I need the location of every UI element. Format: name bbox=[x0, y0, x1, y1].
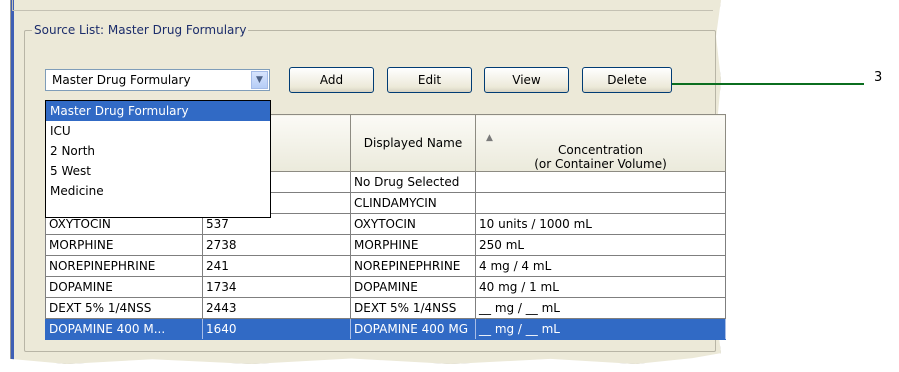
window-edge bbox=[11, 0, 14, 364]
dropdown-option[interactable]: ICU bbox=[46, 121, 270, 141]
table-row-selected[interactable]: DOPAMINE 400 M... 1640 DOPAMINE 400 MG _… bbox=[45, 318, 726, 340]
cell-id: 1734 bbox=[202, 276, 351, 298]
cell-name: DEXT 5% 1/4NSS bbox=[45, 297, 203, 319]
cell-displayed-name: CLINDAMYCIN bbox=[350, 192, 476, 214]
column-header-displayed-name[interactable]: Displayed Name bbox=[350, 114, 476, 172]
cell-displayed-name: No Drug Selected bbox=[350, 171, 476, 193]
sort-ascending-icon: ▲ bbox=[486, 133, 493, 143]
table-row[interactable]: DEXT 5% 1/4NSS 2443 DEXT 5% 1/4NSS __ mg… bbox=[45, 297, 726, 319]
cell-id: 1640 bbox=[202, 318, 351, 340]
cell-name: DOPAMINE bbox=[45, 276, 203, 298]
cell-id: 241 bbox=[202, 255, 351, 277]
column-header-concentration[interactable]: ▲ Concentration (or Container Volume) bbox=[475, 114, 726, 172]
top-region-border bbox=[12, 0, 713, 11]
callout-number: 3 bbox=[874, 70, 883, 85]
view-button[interactable]: View bbox=[484, 67, 569, 93]
cell-concentration: __ mg / __ mL bbox=[475, 318, 726, 340]
cell-concentration bbox=[475, 171, 726, 193]
chevron-down-icon[interactable]: ▼ bbox=[251, 71, 268, 89]
dropdown-option[interactable]: 2 North bbox=[46, 141, 270, 161]
delete-button[interactable]: Delete bbox=[582, 67, 672, 93]
source-list-select[interactable]: Master Drug Formulary ▼ bbox=[45, 69, 270, 91]
cell-displayed-name: MORPHINE bbox=[350, 234, 476, 256]
cell-displayed-name: DEXT 5% 1/4NSS bbox=[350, 297, 476, 319]
cell-concentration: 10 units / 1000 mL bbox=[475, 213, 726, 235]
source-list-legend: Source List: Master Drug Formulary bbox=[32, 23, 249, 37]
source-list-dropdown: Master Drug Formulary ICU 2 North 5 West… bbox=[45, 100, 271, 218]
cell-name: DOPAMINE 400 M... bbox=[45, 318, 203, 340]
cell-name: NOREPINEPHRINE bbox=[45, 255, 203, 277]
cell-id: 2443 bbox=[202, 297, 351, 319]
cell-concentration bbox=[475, 192, 726, 214]
callout-line bbox=[672, 83, 864, 85]
table-row[interactable]: MORPHINE 2738 MORPHINE 250 mL bbox=[45, 234, 726, 256]
cell-displayed-name: OXYTOCIN bbox=[350, 213, 476, 235]
dropdown-option[interactable]: Master Drug Formulary bbox=[46, 101, 270, 121]
add-button[interactable]: Add bbox=[289, 67, 374, 93]
cell-concentration: __ mg / __ mL bbox=[475, 297, 726, 319]
cell-displayed-name: NOREPINEPHRINE bbox=[350, 255, 476, 277]
cell-displayed-name: DOPAMINE 400 MG bbox=[350, 318, 476, 340]
table-row[interactable]: DOPAMINE 1734 DOPAMINE 40 mg / 1 mL bbox=[45, 276, 726, 298]
cell-concentration: 4 mg / 4 mL bbox=[475, 255, 726, 277]
source-list-select-value: Master Drug Formulary bbox=[52, 73, 191, 87]
edit-button[interactable]: Edit bbox=[387, 67, 472, 93]
column-header-concentration-label: Concentration (or Container Volume) bbox=[534, 143, 667, 171]
cell-name: MORPHINE bbox=[45, 234, 203, 256]
table-row[interactable]: NOREPINEPHRINE 241 NOREPINEPHRINE 4 mg /… bbox=[45, 255, 726, 277]
dropdown-option[interactable]: 5 West bbox=[46, 161, 270, 181]
cell-displayed-name: DOPAMINE bbox=[350, 276, 476, 298]
cell-concentration: 40 mg / 1 mL bbox=[475, 276, 726, 298]
cell-id: 2738 bbox=[202, 234, 351, 256]
cell-concentration: 250 mL bbox=[475, 234, 726, 256]
dropdown-option[interactable]: Medicine bbox=[46, 181, 270, 201]
